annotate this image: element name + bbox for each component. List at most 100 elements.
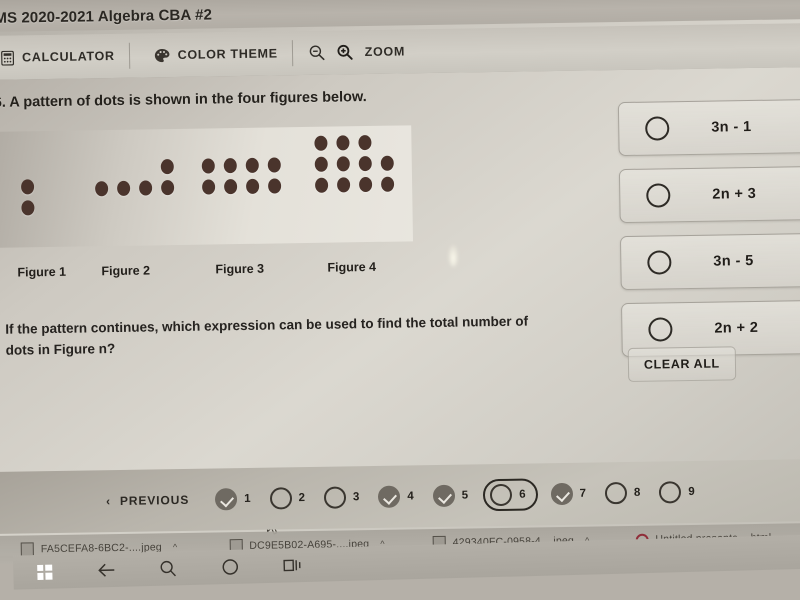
dot-spacer xyxy=(139,159,152,174)
dot xyxy=(267,178,282,194)
zoom-in-icon[interactable] xyxy=(337,44,353,60)
question-nav-4[interactable]: 4 xyxy=(378,485,414,508)
answer-label-d: 2n + 2 xyxy=(714,319,759,337)
search-icon[interactable] xyxy=(137,551,200,587)
figure-2-dots xyxy=(95,159,175,197)
answer-label-a: 3n - 1 xyxy=(711,118,752,136)
radio-button-c[interactable] xyxy=(647,250,672,275)
empty-circle-icon xyxy=(489,483,513,507)
radio-button-b[interactable] xyxy=(646,183,671,208)
calculator-label: CALCULATOR xyxy=(21,48,115,65)
dot-spacer xyxy=(380,135,393,150)
answer-label-c: 3n - 5 xyxy=(713,252,754,270)
question-nav-label: 9 xyxy=(688,485,695,499)
empty-circle-icon xyxy=(659,481,682,504)
screen-glare xyxy=(448,244,459,267)
dot xyxy=(380,155,394,171)
question-nav-7[interactable]: 7 xyxy=(550,482,587,506)
question-nav-5[interactable]: 5 xyxy=(432,484,469,508)
question-nav-label: 4 xyxy=(407,490,414,503)
dot-spacer xyxy=(95,160,108,175)
question-content-area: 6. A pattern of dots is shown in the fou… xyxy=(0,66,800,535)
empty-circle-icon xyxy=(269,487,292,510)
page-title: MS 2020-2021 Algebra CBA #2 xyxy=(0,6,213,27)
figure-3-dots xyxy=(201,157,282,195)
dot xyxy=(223,158,237,174)
dot xyxy=(358,176,373,193)
question-nav-2[interactable]: 2 xyxy=(269,487,305,510)
color-theme-button[interactable]: COLOR THEME xyxy=(129,31,292,78)
calculator-icon xyxy=(1,50,15,66)
dot xyxy=(161,180,175,196)
question-nav-label: 6 xyxy=(519,488,526,501)
dot xyxy=(139,180,153,196)
dot-spacer xyxy=(117,160,130,175)
dot xyxy=(314,177,329,193)
screen-photo: MS 2020-2021 Algebra CBA #2 CALCULATOR C… xyxy=(0,0,800,600)
question-nav-label: 7 xyxy=(579,487,587,500)
dot xyxy=(358,155,372,172)
zoom-out-icon[interactable] xyxy=(309,45,325,61)
dot xyxy=(201,158,215,174)
zoom-controls: ZOOM xyxy=(292,29,419,75)
back-arrow-icon[interactable] xyxy=(75,552,138,588)
figure-2-label: Figure 2 xyxy=(101,263,151,279)
question-navigation-bar: ‹ PREVIOUS 1 2 3 4 5 6 7 8 9 xyxy=(0,458,800,534)
question-stem: 6. A pattern of dots is shown in the fou… xyxy=(0,89,367,111)
palette-icon xyxy=(154,48,170,63)
dot xyxy=(314,135,328,151)
question-nav-label: 5 xyxy=(461,489,469,502)
dot xyxy=(245,178,260,194)
question-nav-1[interactable]: 1 xyxy=(214,488,251,511)
dot xyxy=(336,177,351,193)
answer-choice-a[interactable]: 3n - 1 xyxy=(617,99,800,157)
dot xyxy=(314,156,328,172)
question-nav-label: 3 xyxy=(352,491,360,504)
empty-circle-icon xyxy=(323,486,347,509)
question-nav-8[interactable]: 8 xyxy=(604,481,641,505)
dot xyxy=(336,135,350,151)
question-prompt: If the pattern continues, which expressi… xyxy=(5,313,529,358)
figure-1-dots xyxy=(20,179,35,216)
question-number-list: 1 2 3 4 5 6 7 8 9 xyxy=(214,476,714,516)
figure-3-label: Figure 3 xyxy=(215,261,265,277)
figure-1-label: Figure 1 xyxy=(17,264,67,280)
cortana-circle-icon[interactable] xyxy=(199,549,262,585)
figure-4-label: Figure 4 xyxy=(327,259,377,275)
answer-choice-b[interactable]: 2n + 3 xyxy=(618,166,800,224)
dot xyxy=(380,176,395,192)
dot xyxy=(20,179,35,195)
dot xyxy=(224,179,238,195)
question-nav-3[interactable]: 3 xyxy=(323,486,360,509)
radio-button-d[interactable] xyxy=(648,317,673,342)
answer-choices: 3n - 1 2n + 3 3n - 5 2n + 2 xyxy=(617,99,800,370)
dot xyxy=(336,156,350,172)
check-circle-icon xyxy=(550,482,573,506)
question-nav-label: 2 xyxy=(298,492,306,505)
check-circle-icon xyxy=(378,485,401,508)
check-circle-icon xyxy=(214,488,238,511)
previous-button[interactable]: ‹ PREVIOUS xyxy=(106,493,189,508)
radio-button-a[interactable] xyxy=(645,116,670,141)
question-nav-label: 1 xyxy=(244,492,251,506)
dot xyxy=(267,157,281,173)
clear-all-button[interactable]: CLEAR ALL xyxy=(627,346,736,382)
zoom-label: ZOOM xyxy=(364,44,406,60)
task-view-icon[interactable] xyxy=(261,548,324,584)
calculator-button[interactable]: CALCULATOR xyxy=(0,34,129,80)
start-icon[interactable] xyxy=(13,554,76,590)
dot xyxy=(160,159,174,175)
answer-choice-c[interactable]: 3n - 5 xyxy=(619,233,800,291)
question-nav-label: 8 xyxy=(633,486,641,499)
dot xyxy=(21,200,35,216)
empty-circle-icon xyxy=(604,481,628,505)
question-nav-9[interactable]: 9 xyxy=(659,481,695,504)
chevron-left-icon: ‹ xyxy=(105,494,112,509)
color-theme-label: COLOR THEME xyxy=(177,46,278,62)
dot xyxy=(245,157,259,173)
dot xyxy=(202,179,216,195)
figure-4-dots xyxy=(314,134,395,193)
previous-label: PREVIOUS xyxy=(119,492,190,508)
check-circle-icon xyxy=(432,484,455,508)
question-nav-6-current[interactable]: 6 xyxy=(482,478,538,512)
